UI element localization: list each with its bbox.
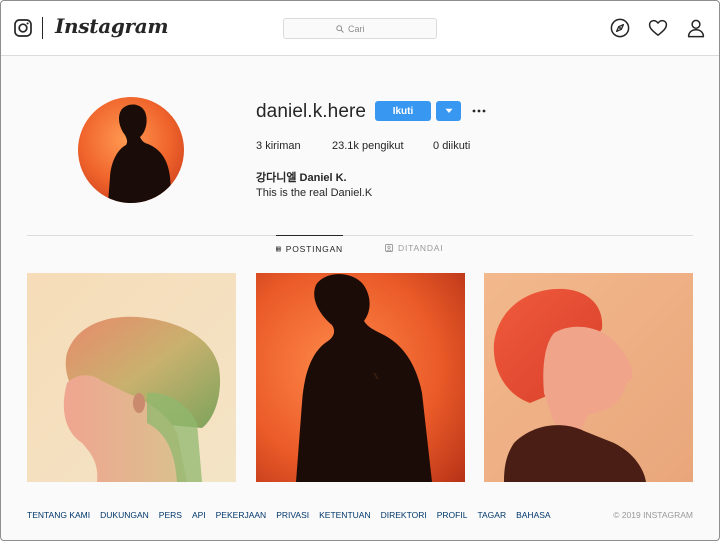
- profile-bio: This is the real Daniel.K: [256, 187, 373, 199]
- footer-links: TENTANG KAMI DUKUNGAN PERS API PEKERJAAN PRIV…: [27, 510, 561, 522]
- tagged-icon: [385, 244, 393, 252]
- post-thumbnail[interactable]: [484, 273, 693, 482]
- copyright-text: © 2019 INSTAGRAM: [613, 510, 693, 520]
- follow-options-button[interactable]: [436, 101, 461, 121]
- profile-username: daniel.k.here: [256, 101, 367, 122]
- profile-avatar[interactable]: [78, 97, 184, 203]
- chevron-down-icon: [445, 108, 452, 113]
- grid-icon: [276, 246, 281, 251]
- footer-link-jobs[interactable]: PEKERJAAN: [216, 510, 267, 520]
- footer-link-hashtags[interactable]: TAGAR: [477, 510, 506, 520]
- footer-link-support[interactable]: DUKUNGAN: [100, 510, 149, 520]
- instagram-camera-icon[interactable]: [14, 19, 32, 37]
- footer-link-terms[interactable]: KETENTUAN: [319, 510, 370, 520]
- following-count: 0: [433, 140, 440, 152]
- followers-stat[interactable]: 23.1k pengikut: [332, 140, 404, 152]
- posts-stat: 3 kiriman: [256, 140, 301, 152]
- following-label: diikuti: [442, 140, 471, 152]
- tab-tagged[interactable]: DITANDAI: [385, 235, 443, 261]
- following-stat[interactable]: 0 diikuti: [433, 140, 470, 152]
- search-icon: [336, 24, 344, 33]
- compass-icon[interactable]: [610, 18, 630, 38]
- tab-tagged-label: DITANDAI: [398, 243, 444, 253]
- footer-link-directory[interactable]: DIREKTORI: [381, 510, 427, 520]
- post-thumbnail[interactable]: [27, 273, 236, 482]
- footer-link-privacy[interactable]: PRIVASI: [276, 510, 309, 520]
- post-thumbnail[interactable]: [256, 273, 465, 482]
- footer-link-language[interactable]: BAHASA: [516, 510, 551, 520]
- followers-count: 23.1k: [332, 140, 359, 152]
- instagram-wordmark[interactable]: Instagram: [55, 14, 169, 38]
- posts-label: kiriman: [265, 140, 301, 152]
- logo-divider: [42, 17, 43, 39]
- footer-link-about[interactable]: TENTANG KAMI: [27, 510, 90, 520]
- more-dots-icon: [472, 109, 486, 113]
- search-input[interactable]: [348, 23, 384, 34]
- more-options-button[interactable]: [471, 101, 487, 121]
- followers-label: pengikut: [361, 140, 404, 152]
- search-box[interactable]: [283, 18, 437, 39]
- follow-button[interactable]: Ikuti: [375, 101, 431, 121]
- tabs-divider: [27, 235, 693, 236]
- footer-link-api[interactable]: API: [192, 510, 206, 520]
- tab-posts-label: POSTINGAN: [285, 243, 343, 254]
- heart-icon[interactable]: [648, 18, 668, 38]
- posts-count: 3: [256, 140, 263, 152]
- footer-link-press[interactable]: PERS: [159, 510, 182, 520]
- profile-full-name: 강다니엘 Daniel K.: [256, 172, 347, 184]
- footer-link-profiles[interactable]: PROFIL: [437, 510, 468, 520]
- person-icon[interactable]: [686, 18, 706, 38]
- tab-posts[interactable]: POSTINGAN: [276, 235, 343, 261]
- top-nav-bar: Instagram: [0, 0, 720, 56]
